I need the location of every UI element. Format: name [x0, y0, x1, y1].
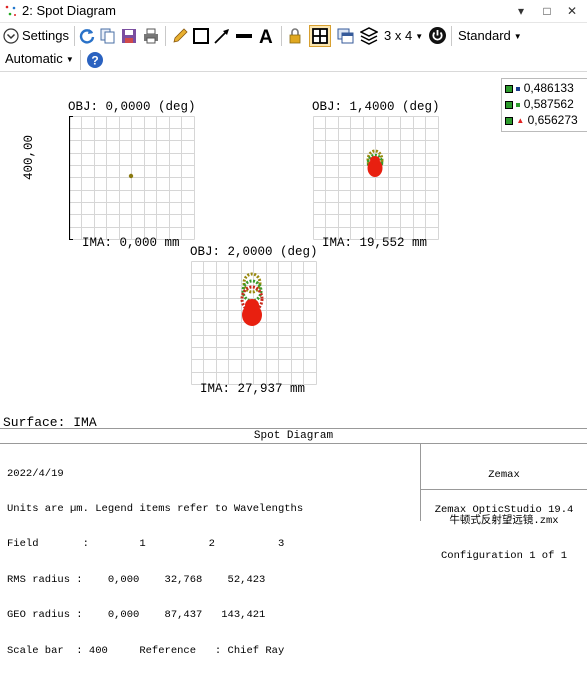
copy-icon[interactable] — [99, 27, 117, 45]
legend-wavelength: 0,587562 — [523, 97, 574, 111]
plot-2-obj-label: OBJ: 1,4000 (deg) — [312, 100, 440, 114]
save-icon[interactable] — [120, 27, 138, 45]
rectangle-icon[interactable] — [192, 27, 210, 45]
legend-marker-icon — [516, 86, 521, 91]
info-left-text: 2022/4/19 Units are µm. Legend items ref… — [7, 445, 303, 681]
lock-icon[interactable] — [286, 27, 304, 45]
dropdown-arrow-icon: ▼ — [415, 31, 424, 41]
spot-cluster — [366, 149, 384, 177]
zoom-dropdown[interactable]: Automatic ▼ — [5, 49, 74, 69]
print-icon[interactable] — [142, 27, 160, 45]
toolbar-main: Settings A 3 x 4 ▼ Standard ▼ — [0, 23, 587, 49]
spot-point — [128, 173, 134, 179]
legend-marker-icon — [516, 102, 521, 107]
svg-text:A: A — [259, 27, 273, 46]
info-line: 2022/4/19 — [7, 467, 64, 480]
arrow-icon[interactable] — [213, 27, 231, 45]
spot-diagram-icon — [5, 5, 16, 16]
scale-bar-label: 400,00 — [22, 134, 36, 180]
window-maximize-button[interactable]: □ — [538, 2, 556, 20]
legend-entry: 0,486133 — [505, 81, 574, 95]
title-bar: 2: Spot Diagram ▾ □ ✕ — [0, 0, 587, 23]
plot-3-obj-label: OBJ: 2,0000 (deg) — [190, 245, 318, 259]
legend-entry: 0,587562 — [505, 97, 574, 111]
toolbar-secondary: Automatic ▼ ? — [0, 49, 587, 72]
legend-wavelength: 0,486133 — [523, 81, 574, 95]
toolbar-separator — [281, 26, 282, 46]
zoom-dropdown-label: Automatic — [5, 51, 63, 66]
legend-marker-icon — [505, 84, 513, 93]
dropdown-arrow-icon: ▼ — [513, 31, 522, 41]
toolbar-separator — [165, 26, 166, 46]
window-title: 2: Spot Diagram — [22, 3, 116, 18]
info-line: Field : 1 2 3 — [7, 538, 285, 551]
grid-lines — [69, 116, 195, 240]
grid-layout-icon — [312, 28, 328, 44]
plot-1-ima-label: IMA: 0,000 mm — [82, 236, 180, 250]
info-line: GEO radius : 0,000 87,437 143,421 — [7, 609, 266, 622]
plot-2-ima-label: IMA: 19,552 mm — [322, 236, 428, 250]
info-line: 牛顿式反射望远镜.zmx — [449, 514, 559, 527]
layers-icon[interactable] — [360, 27, 378, 45]
plot-3-ima-label: IMA: 27,937 mm — [200, 382, 306, 396]
legend-entry: ▲ 0,656273 — [505, 113, 578, 127]
toolbar-separator — [74, 26, 75, 46]
plot-1-grid — [69, 116, 195, 240]
layout-toggle-button[interactable] — [309, 25, 331, 47]
info-line: Scale bar : 400 Reference : Chief Ray — [7, 644, 285, 657]
refresh-icon[interactable] — [78, 27, 96, 45]
style-dropdown[interactable]: Standard ▼ — [458, 26, 522, 46]
power-icon[interactable] — [428, 26, 447, 45]
settings-label: Settings — [22, 28, 69, 43]
line-icon[interactable] — [235, 27, 253, 45]
chevron-down-circle-icon — [3, 28, 19, 44]
help-icon[interactable]: ? — [86, 51, 104, 69]
layout-dropdown-label: 3 x 4 — [384, 28, 413, 43]
svg-text:?: ? — [91, 54, 98, 68]
legend-wavelength: 0,656273 — [527, 113, 578, 127]
dropdown-arrow-icon: ▼ — [65, 54, 74, 64]
toolbar-separator — [80, 50, 81, 70]
style-dropdown-label: Standard — [458, 28, 511, 43]
text-icon[interactable]: A — [257, 26, 277, 46]
grid-lines — [313, 116, 439, 240]
toolbar-separator — [451, 26, 452, 46]
spot-cluster — [240, 272, 264, 326]
legend: 0,486133 0,587562 ▲ 0,656273 — [501, 78, 587, 132]
layout-dropdown[interactable]: 3 x 4 ▼ — [384, 26, 423, 46]
info-line: Zemax — [488, 468, 520, 481]
legend-marker-icon: ▲ — [516, 116, 525, 126]
info-right-bottom: 牛顿式反射望远镜.zmx Configuration 1 of 1 — [421, 492, 587, 586]
legend-marker-icon — [505, 116, 513, 125]
windows-icon[interactable] — [336, 27, 354, 45]
window-dropdown-button[interactable]: ▾ — [512, 2, 530, 20]
info-line: RMS radius : 0,000 32,768 52,423 — [7, 573, 266, 586]
pencil-icon[interactable] — [171, 27, 189, 45]
plot-1-obj-label: OBJ: 0,0000 (deg) — [68, 100, 196, 114]
legend-marker-icon — [505, 100, 513, 109]
info-line: Units are µm. Legend items refer to Wave… — [7, 502, 304, 515]
spot-diagram-plot: 0,486133 0,587562 ▲ 0,656273 OBJ: 0,0000… — [0, 72, 587, 415]
info-line: Configuration 1 of 1 — [440, 549, 568, 562]
plot-3-grid — [191, 261, 317, 385]
info-header: Spot Diagram — [0, 429, 587, 444]
window-close-button[interactable]: ✕ — [563, 2, 581, 20]
info-table: Spot Diagram 2022/4/19 Units are µm. Leg… — [0, 428, 587, 656]
plot-2-grid — [313, 116, 439, 240]
